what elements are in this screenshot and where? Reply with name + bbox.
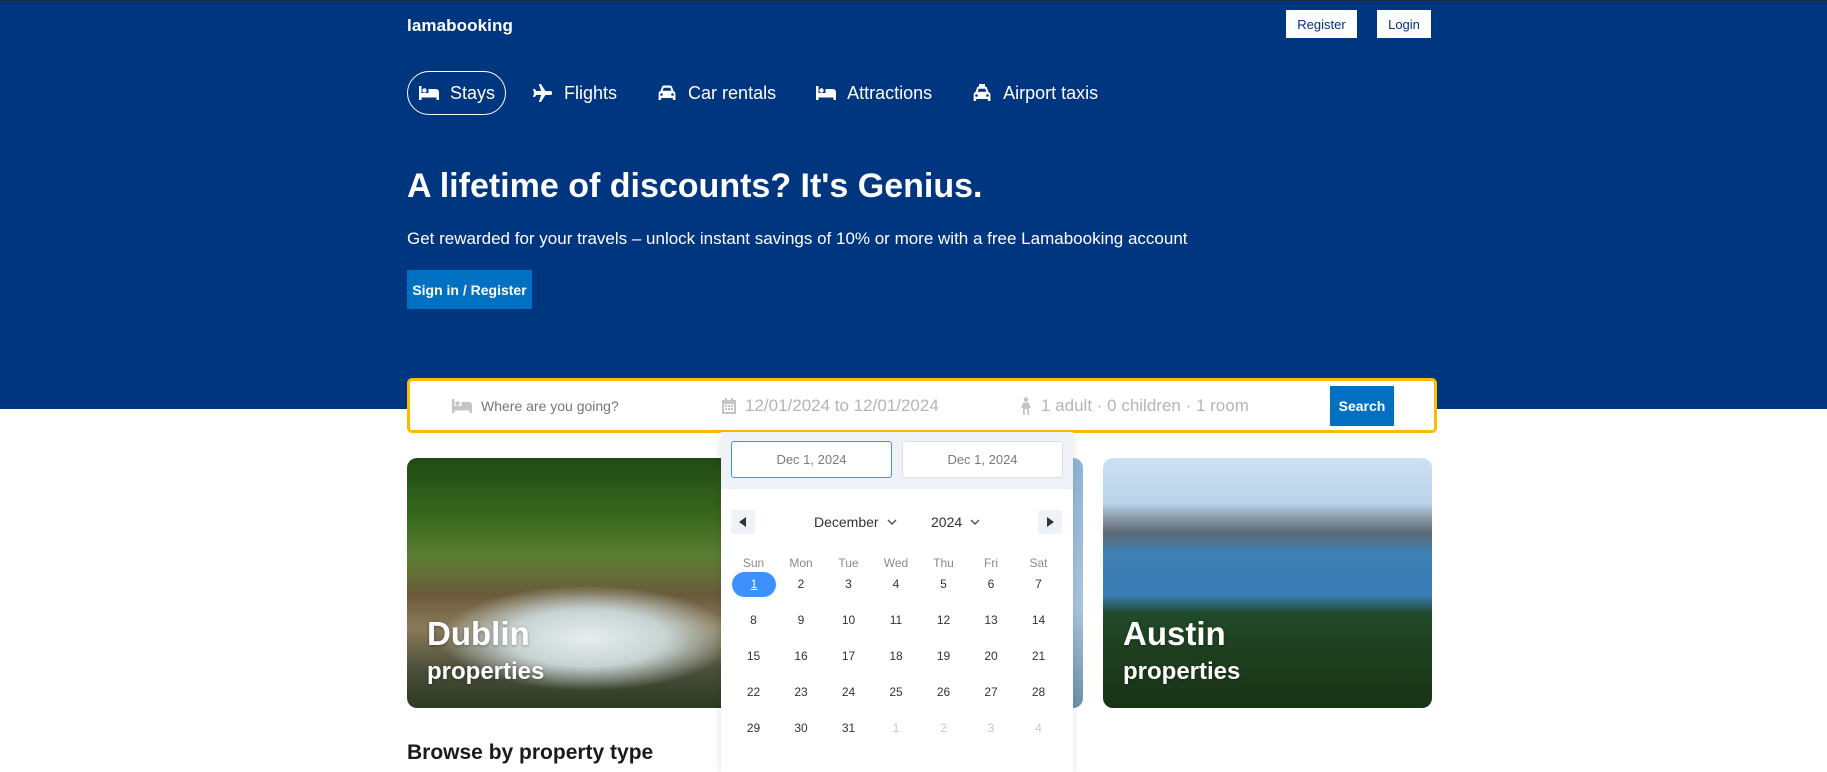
person-icon [1021,396,1031,415]
calendar-day[interactable]: 7 [1015,572,1062,597]
calendar-day[interactable]: 24 [825,680,872,705]
weekday-header: Sat [1029,556,1048,570]
date-range-inputs: Dec 1, 2024 Dec 1, 2024 [721,432,1073,489]
date-range-field[interactable]: 12/01/2024 to 12/01/2024 [722,381,939,430]
occupancy-field[interactable]: 1 adult · 0 children · 1 room [1020,381,1249,430]
weekday-header: Tue [838,556,859,570]
card-subtitle: properties [1123,658,1241,685]
nav-item-label: Car rentals [688,82,777,103]
sign-in-register-button[interactable]: Sign in / Register [407,270,532,309]
hero-title: A lifetime of discounts? It's Genius. [407,167,983,205]
calendar-day[interactable]: 3 [825,572,872,597]
calendar-day[interactable]: 17 [825,644,872,669]
calendar-day[interactable]: 10 [825,608,872,633]
weekday-header: Wed [883,556,909,570]
calendar-icon [722,397,736,414]
chevron-down-icon [970,518,980,525]
calendar-day[interactable]: 25 [873,680,920,705]
calendar-day-selected[interactable]: 1 [732,572,776,597]
calendar-day[interactable]: 22 [730,680,777,705]
calendar-day[interactable]: 30 [778,716,825,741]
nav-item-car-rentals[interactable]: Car rentals [644,71,789,115]
calendar-day[interactable]: 16 [778,644,825,669]
calendar-day[interactable]: 8 [730,608,777,633]
caret-right-icon [1047,517,1054,527]
calendar-day[interactable]: 13 [968,608,1015,633]
year-select[interactable]: 2024 [931,514,980,530]
chevron-down-icon [887,518,897,525]
section-title-property-type: Browse by property type [407,741,654,764]
calendar-day: 2 [940,721,947,735]
calendar-day[interactable]: 9 [778,608,825,633]
nav-item-label: Airport taxis [1003,82,1099,103]
month-select-value: December [814,514,879,530]
calendar-day[interactable]: 5 [920,572,967,597]
bed-icon [419,86,439,100]
calendar-day[interactable]: 26 [920,680,967,705]
card-subtitle: properties [427,658,545,685]
weekday-header: Thu [933,556,954,570]
date-range-text: 12/01/2024 to 12/01/2024 [745,395,939,415]
calendar-day[interactable]: 2 [778,572,825,597]
plane-icon [533,84,553,102]
calendar-day[interactable]: 15 [730,644,777,669]
login-button[interactable]: Login [1377,10,1431,38]
calendar-day[interactable]: 4 [873,572,920,597]
caret-left-icon [739,517,746,527]
prev-month-button[interactable] [731,510,755,534]
end-date-input[interactable]: Dec 1, 2024 [902,441,1063,478]
calendar-day[interactable]: 11 [873,608,920,633]
nav-item-label: Flights [564,82,618,103]
card-city: Dublin [427,615,530,652]
weekday-header: Mon [789,556,813,570]
calendar-day[interactable]: 21 [1015,644,1062,669]
nav-item-flights[interactable]: Flights [520,71,630,115]
hero-subtitle: Get rewarded for your travels – unlock i… [407,229,1188,248]
weekday-header: Sun [742,556,765,570]
search-button[interactable]: Search [1330,386,1394,426]
car-icon [658,85,676,100]
calendar-day-label: 1 [750,577,758,591]
nav-item-attractions[interactable]: Attractions [803,71,945,115]
featured-card-dublin[interactable]: Dublin properties [407,458,735,708]
calendar-day[interactable]: 23 [778,680,825,705]
calendar-day[interactable]: 31 [825,716,872,741]
nav-item-label: Attractions [847,82,933,103]
card-city: Austin [1123,615,1226,652]
main-nav: Stays Flights Car rentals Attractions Ai… [407,71,1125,115]
bed-icon [816,86,837,100]
calendar-day[interactable]: 27 [968,680,1015,705]
top-bar: lamabooking [407,16,1432,42]
register-button[interactable]: Register [1286,10,1357,38]
calendar-day[interactable]: 14 [1015,608,1062,633]
nav-item-stays[interactable]: Stays [407,71,507,115]
calendar-day[interactable]: 28 [1015,680,1062,705]
start-date-input[interactable]: Dec 1, 2024 [731,441,892,478]
calendar-day[interactable]: 12 [920,608,967,633]
destination-placeholder: Where are you going? [481,397,619,414]
calendar-day[interactable]: 19 [920,644,967,669]
occupancy-text: 1 adult · 0 children · 1 room [1041,395,1249,415]
search-bar: Where are you going? 12/01/2024 to 12/01… [407,378,1437,433]
next-month-button[interactable] [1038,510,1062,534]
calendar-day[interactable]: 18 [873,644,920,669]
destination-field[interactable]: Where are you going? [452,381,619,430]
calendar-day[interactable]: 20 [968,644,1015,669]
date-picker: Dec 1, 2024 Dec 1, 2024 December 2024 Su… [721,432,1073,772]
nav-item-label: Stays [450,82,496,103]
bed-icon [452,398,472,413]
calendar-day[interactable]: 29 [730,716,777,741]
logo[interactable]: lamabooking [407,16,513,36]
year-select-value: 2024 [931,514,963,530]
calendar-day: 1 [892,721,900,735]
featured-card-austin[interactable]: Austin properties [1103,458,1432,708]
calendar-day: 3 [987,721,995,735]
nav-item-airport-taxis[interactable]: Airport taxis [959,71,1111,115]
calendar-day[interactable]: 6 [968,572,1015,597]
taxi-icon [973,84,991,101]
month-select[interactable]: December [814,514,897,530]
calendar-day: 4 [1035,721,1042,735]
weekday-header: Fri [984,556,998,570]
